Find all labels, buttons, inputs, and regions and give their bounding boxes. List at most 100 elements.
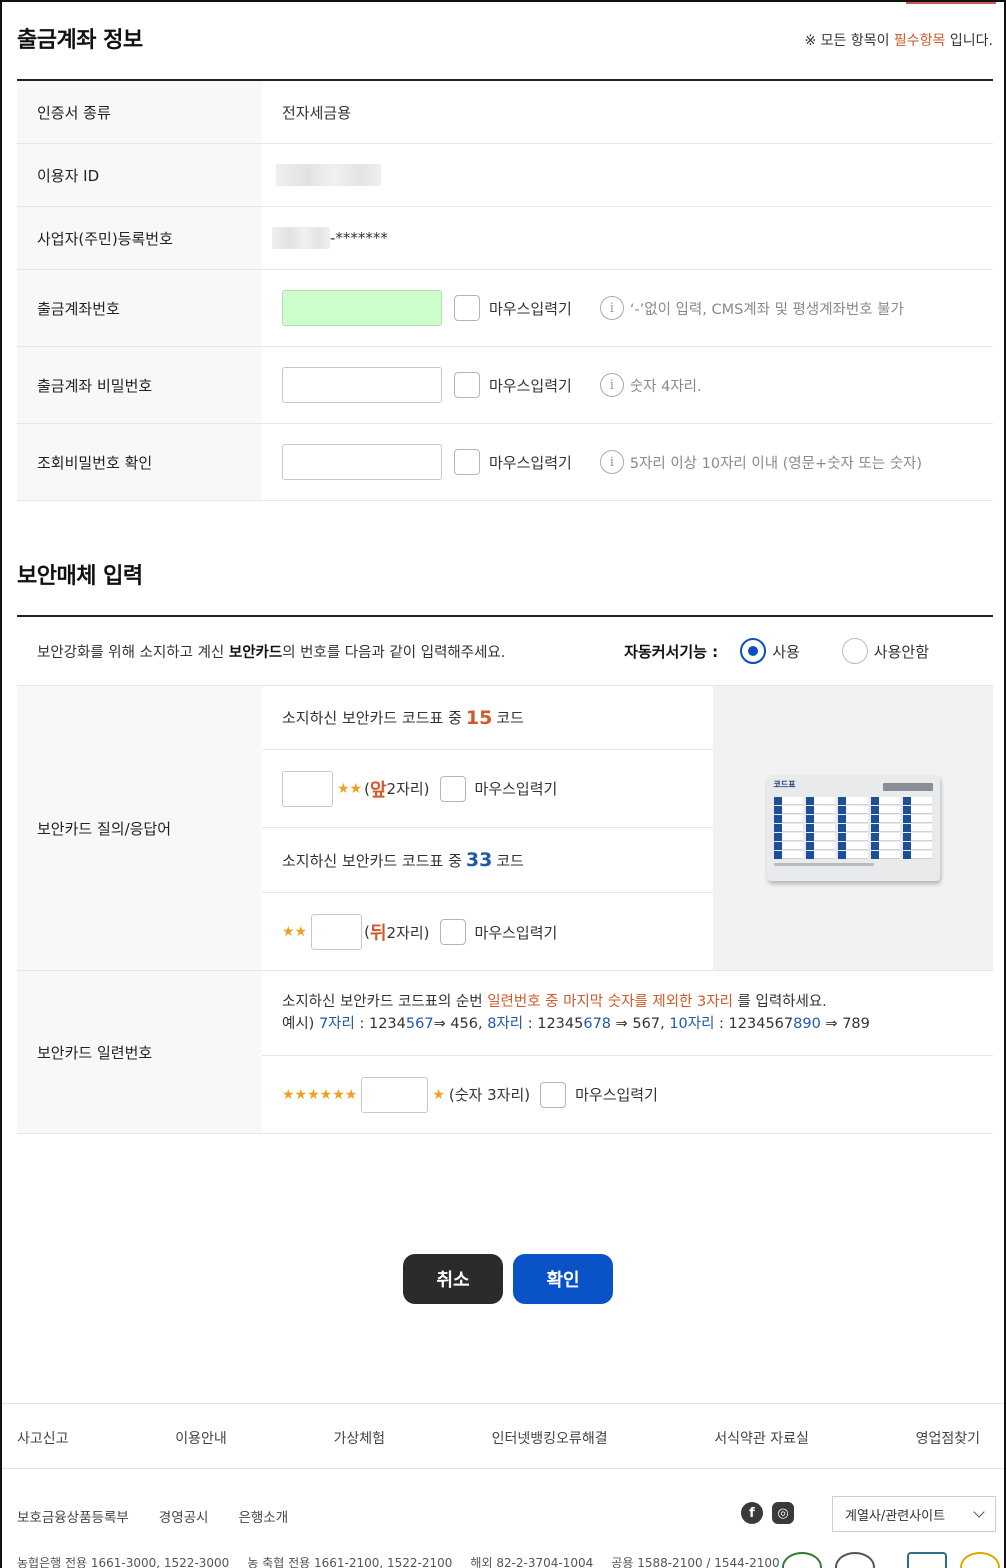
required-highlight: 필수항목: [893, 33, 946, 49]
footer-link-guide[interactable]: 이용안내: [175, 1428, 227, 1448]
grid-cell-number: [838, 833, 847, 841]
back-digits-highlight: 뒤: [369, 923, 387, 944]
grid-cell-value: [813, 806, 836, 814]
footer-link-branches[interactable]: 영업점찾기: [916, 1428, 980, 1448]
security-card-grid-cell: [838, 806, 868, 814]
grid-cell-value: [781, 851, 803, 859]
label-account-password: 출금계좌 비밀번호: [17, 347, 262, 423]
security-card-grid-cell: [838, 797, 868, 805]
security-card-grid-cell: [870, 851, 901, 859]
footer-link-protected-products[interactable]: 보호금융상품등록부: [17, 1506, 129, 1526]
security-card-grid-cell: [838, 842, 868, 850]
grid-cell-value: [781, 797, 803, 805]
info-icon: i: [599, 373, 624, 397]
security-card-grid-cell: [838, 851, 868, 859]
security-card-grid-cell: [870, 824, 901, 832]
row-account-password: 출금계좌 비밀번호 마우스입력기 i 숫자 4자리.: [17, 347, 993, 424]
security-card-question-2: 소지하신 보안카드 코드표 중 33 코드: [262, 828, 713, 893]
footer-nav: 사고신고 이용안내 가상체험 인터넷뱅킹오류해결 서식약관 자료실 영업점찾기: [17, 1428, 980, 1448]
grid-cell-number: [870, 833, 879, 841]
business-number-blurred: [272, 227, 330, 249]
grid-cell-number: [805, 842, 814, 850]
grid-cell-value: [781, 824, 803, 832]
confirm-button[interactable]: 확인: [513, 1254, 613, 1304]
grid-cell-number: [805, 806, 814, 814]
grid-cell-value: [911, 851, 933, 859]
grid-cell-number: [903, 797, 912, 805]
footer-link-disclosure[interactable]: 경영공시: [159, 1506, 209, 1526]
grid-cell-value: [846, 842, 868, 850]
grid-cell-number: [805, 851, 814, 859]
label-user-id: 이용자 ID: [17, 144, 262, 206]
account-number-mouse-checkbox[interactable]: [454, 295, 480, 321]
grid-cell-value: [878, 842, 901, 850]
grid-cell-number: [773, 797, 782, 805]
inquiry-password-input[interactable]: [282, 444, 442, 480]
label-inquiry-password: 조회비밀번호 확인: [17, 424, 262, 500]
serial-number-input[interactable]: [361, 1076, 429, 1113]
security-serial-description: 소지하신 보안카드 코드표의 순번 일련번호 중 마지막 숫자를 제외한 3자리…: [262, 971, 993, 1056]
account-password-input[interactable]: [282, 367, 442, 403]
grid-cell-number: [903, 806, 912, 814]
account-number-info: i ‘-’없이 입력, CMS계좌 및 평생계좌번호 불가: [599, 296, 904, 320]
section-title-account: 출금계좌 정보: [17, 28, 143, 53]
label-business-number: 사업자(주민)등록번호: [17, 207, 262, 269]
security-card-grid-cell: [773, 815, 803, 823]
cancel-button[interactable]: 취소: [403, 1254, 503, 1304]
row-business-number: 사업자(주민)등록번호 -*******: [17, 207, 993, 270]
grid-cell-value: [846, 851, 868, 859]
grid-cell-number: [773, 806, 782, 814]
grid-cell-number: [903, 815, 912, 823]
account-password-info: i 숫자 4자리.: [599, 373, 702, 397]
grid-cell-value: [846, 815, 868, 823]
serial-mouse-checkbox[interactable]: [540, 1081, 567, 1108]
mouse-input-label: 마우스입력기: [489, 453, 572, 472]
grid-cell-value: [813, 824, 836, 832]
grid-cell-number: [903, 842, 912, 850]
mouse-input-label: 마우스입력기: [575, 1086, 658, 1104]
auto-cursor-off-radio[interactable]: [841, 638, 868, 664]
grid-cell-number: [870, 851, 879, 859]
account-number-input[interactable]: [282, 290, 442, 326]
label-cert-type: 인증서 종류: [17, 81, 262, 143]
account-password-mouse-checkbox[interactable]: [454, 372, 480, 398]
grid-cell-value: [813, 842, 836, 850]
code-1-mouse-checkbox[interactable]: [439, 775, 466, 802]
auto-cursor-use-radio[interactable]: [740, 638, 767, 664]
footer-link-about[interactable]: 은행소개: [238, 1506, 288, 1526]
grid-cell-number: [870, 815, 879, 823]
footer-link-error-fix[interactable]: 인터넷뱅킹오류해결: [492, 1428, 608, 1448]
footer-link-demo[interactable]: 가상체험: [333, 1428, 385, 1448]
grid-cell-value: [813, 797, 836, 805]
code-2-mouse-checkbox[interactable]: [439, 919, 466, 945]
page-frame: 출금계좌 정보 ※ 모든 항목이 필수항목 입니다. 인증서 종류 전자세금용 …: [0, 0, 1006, 1568]
footer-sub-links: 보호금융상품등록부 경영공시 은행소개: [17, 1506, 288, 1526]
user-id-blurred: [276, 164, 381, 186]
auto-cursor-off-label[interactable]: 사용안함: [874, 641, 929, 662]
security-card-grid-cell: [773, 842, 803, 850]
security-card-grid-cell: [773, 851, 803, 859]
security-card-grid-cell: [903, 824, 933, 832]
family-site-select[interactable]: 계열사/관련사이트: [832, 1496, 996, 1532]
footer-link-forms[interactable]: 서식약관 자료실: [714, 1428, 809, 1448]
label-account-number: 출금계좌번호: [17, 270, 262, 346]
mouse-input-label: 마우스입력기: [489, 376, 572, 395]
security-card-grid-cell: [903, 797, 933, 805]
facebook-icon[interactable]: f: [741, 1502, 763, 1524]
code-number-2: 33: [465, 849, 493, 871]
grid-cell-value: [911, 833, 933, 841]
grid-cell-number: [773, 842, 782, 850]
code-2-back-input[interactable]: [311, 914, 363, 950]
footer-link-accident[interactable]: 사고신고: [17, 1428, 69, 1448]
security-card-grid-cell: [870, 797, 901, 805]
grid-cell-value: [813, 833, 836, 841]
security-card-grid-cell: [773, 824, 803, 832]
security-card-grid-cell: [903, 842, 933, 850]
instagram-icon[interactable]: ◎: [772, 1502, 794, 1524]
security-card-grid-cell: [805, 806, 836, 814]
security-card-grid-cell: [870, 806, 901, 814]
inquiry-password-mouse-checkbox[interactable]: [454, 449, 480, 475]
auto-cursor-use-label[interactable]: 사용: [772, 641, 800, 662]
masked-stars: ★: [432, 1086, 445, 1103]
code-1-front-input[interactable]: [282, 770, 333, 807]
